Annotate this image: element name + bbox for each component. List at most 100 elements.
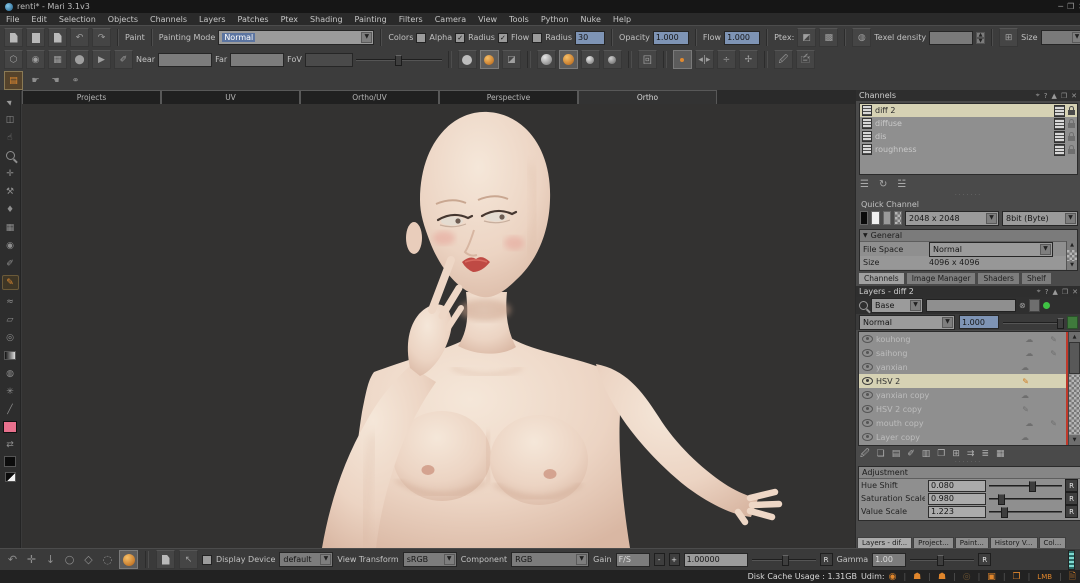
symmetry-clone-icon[interactable]: 🖆 <box>796 50 815 69</box>
channel-row[interactable]: roughness <box>860 143 1077 156</box>
add-procedural-layer-icon[interactable]: ❏ <box>877 449 885 459</box>
pin-icon[interactable]: ⌖ <box>1037 287 1041 296</box>
menu-patches[interactable]: Patches <box>238 15 269 24</box>
menu-file[interactable]: File <box>6 15 19 24</box>
alpha-checkbox[interactable]: ✓ <box>455 33 465 43</box>
blend-amount-slider[interactable] <box>1003 317 1063 328</box>
pan-tool-icon[interactable]: ☝ <box>3 131 18 144</box>
visibility-icon[interactable] <box>862 405 873 413</box>
sync-channel-icon[interactable]: ↻ <box>879 179 887 190</box>
flow-checkbox[interactable] <box>532 33 542 43</box>
layers-sync-indicator[interactable] <box>1043 302 1050 309</box>
remove-channel-icon[interactable]: ☱ <box>897 179 906 190</box>
mask-icon[interactable]: ☁ <box>1025 335 1033 344</box>
properties-scrollbar[interactable]: ▲ ▼ <box>1066 241 1077 270</box>
fov-field[interactable] <box>305 53 353 67</box>
blur-tool-icon[interactable]: ✳ <box>3 385 18 398</box>
smear-tool-icon[interactable]: ≈ <box>3 295 18 308</box>
view-transform-select[interactable]: sRGB▼ <box>403 552 457 567</box>
near-field[interactable] <box>158 53 212 67</box>
reset-button[interactable]: R <box>1065 479 1078 492</box>
saturation-scale-slider[interactable] <box>989 493 1062 504</box>
tab-uv[interactable]: UV <box>161 90 300 105</box>
menu-nuke[interactable]: Nuke <box>581 15 601 24</box>
brush-icon[interactable]: ✎ <box>1022 377 1029 386</box>
swap-colors-icon[interactable]: ⇄ <box>3 438 18 451</box>
gain-minus-button[interactable]: - <box>654 553 665 566</box>
menu-shading[interactable]: Shading <box>310 15 343 24</box>
mask-icon[interactable]: ☁ <box>1021 363 1029 372</box>
gain-slider[interactable] <box>752 554 816 565</box>
save-project-icon[interactable] <box>48 28 67 47</box>
tab-paint[interactable]: Paint... <box>955 537 989 549</box>
menu-layers[interactable]: Layers <box>199 15 225 24</box>
snapshot-icon[interactable] <box>156 550 175 569</box>
painting-mode-select[interactable]: Normal▼ <box>218 30 374 45</box>
move-view-icon[interactable]: ✛ <box>24 553 39 566</box>
size-select[interactable]: ▼ <box>1041 30 1080 45</box>
menu-help[interactable]: Help <box>613 15 631 24</box>
brush-icon[interactable]: ✎ <box>1050 419 1057 428</box>
texel-density-spinner[interactable]: ▲▼ <box>976 32 985 44</box>
undo-icon[interactable]: ↶ <box>70 28 89 47</box>
brush-icon[interactable]: ✎ <box>1050 349 1057 358</box>
visibility-icon[interactable] <box>862 335 873 343</box>
rotate-view-icon[interactable]: ○ <box>62 553 77 566</box>
paint-target-icon[interactable]: ▤ <box>4 71 23 90</box>
visibility-icon[interactable] <box>862 377 873 385</box>
pointer-mode-icon[interactable]: ↖ <box>179 550 198 569</box>
channel-row[interactable]: dis <box>860 130 1077 143</box>
value-scale-value[interactable]: 1.223 <box>928 506 986 518</box>
tab-projects[interactable]: Projects <box>22 90 161 105</box>
menu-tools[interactable]: Tools <box>509 15 529 24</box>
history-back-icon[interactable]: ↶ <box>5 553 20 566</box>
splitter-handle[interactable]: ······· <box>856 194 1080 198</box>
gain-plus-button[interactable]: + <box>669 553 680 566</box>
close-panel-icon[interactable]: ✕ <box>1072 288 1078 296</box>
filter-toggle[interactable] <box>1029 299 1040 312</box>
layers-scrollbar[interactable]: ▲ ▼ <box>1068 332 1080 445</box>
cache-layers-icon[interactable]: ▦ <box>996 449 1005 459</box>
shader-full-sphere-icon[interactable] <box>603 50 622 69</box>
layer-row[interactable]: Layer copy ☁ <box>859 430 1080 444</box>
visibility-icon[interactable] <box>862 391 873 399</box>
layer-row[interactable]: saihong ☁ ✎ <box>859 346 1080 360</box>
help-icon[interactable]: ? <box>1045 288 1049 296</box>
paint-through-icon[interactable]: ☛ <box>28 74 43 87</box>
tab-layers-bottom[interactable]: Layers - dif... <box>857 537 912 549</box>
layers-panel-header[interactable]: Layers - diff 2 ⌖ ? ▲ ❐ ✕ <box>856 286 1080 297</box>
menu-objects[interactable]: Objects <box>108 15 138 24</box>
maximize-button[interactable]: ❒ <box>1067 2 1074 11</box>
lighting-basic-icon[interactable] <box>480 50 499 69</box>
reset-colors-swatch[interactable] <box>5 472 16 482</box>
float-icon[interactable]: ❐ <box>1061 92 1067 100</box>
mirror-y-icon[interactable]: ÷ <box>717 50 736 69</box>
mask-preview-icon[interactable]: ⬤ <box>70 50 89 69</box>
clone-stamp-icon[interactable]: ◎ <box>3 331 18 344</box>
symmetry-paint-icon[interactable]: 🖉 <box>774 50 793 69</box>
hue-shift-slider[interactable] <box>989 480 1062 491</box>
panel-resize-handle[interactable] <box>1068 550 1075 570</box>
menu-painting[interactable]: Painting <box>355 15 387 24</box>
menu-edit[interactable]: Edit <box>31 15 47 24</box>
tab-image-manager[interactable]: Image Manager <box>906 272 977 285</box>
menu-ptex[interactable]: Ptex <box>281 15 298 24</box>
swatch-gray[interactable] <box>883 211 891 225</box>
value-scale-slider[interactable] <box>989 506 1062 517</box>
merge-layers-icon[interactable]: ▥ <box>922 449 931 459</box>
menu-camera[interactable]: Camera <box>435 15 466 24</box>
menu-view[interactable]: View <box>478 15 497 24</box>
reset-button[interactable]: R <box>1065 505 1078 518</box>
mask-icon[interactable]: ☁ <box>1025 349 1033 358</box>
reset-button[interactable]: R <box>1065 492 1078 505</box>
fov-slider[interactable] <box>356 54 442 65</box>
pin-tool-icon[interactable]: ◉ <box>3 239 18 252</box>
foreground-color-swatch[interactable] <box>3 421 17 433</box>
lock-icon[interactable] <box>1068 123 1075 128</box>
viewport-canvas[interactable] <box>22 104 855 548</box>
lock-icon[interactable] <box>1068 149 1075 154</box>
status-mask-preview-icon[interactable]: ☗ <box>938 572 946 582</box>
splitter-handle[interactable]: ······· <box>856 461 1080 465</box>
paint-clone-icon[interactable]: ⚭ <box>68 74 83 87</box>
new-project-icon[interactable] <box>4 28 23 47</box>
